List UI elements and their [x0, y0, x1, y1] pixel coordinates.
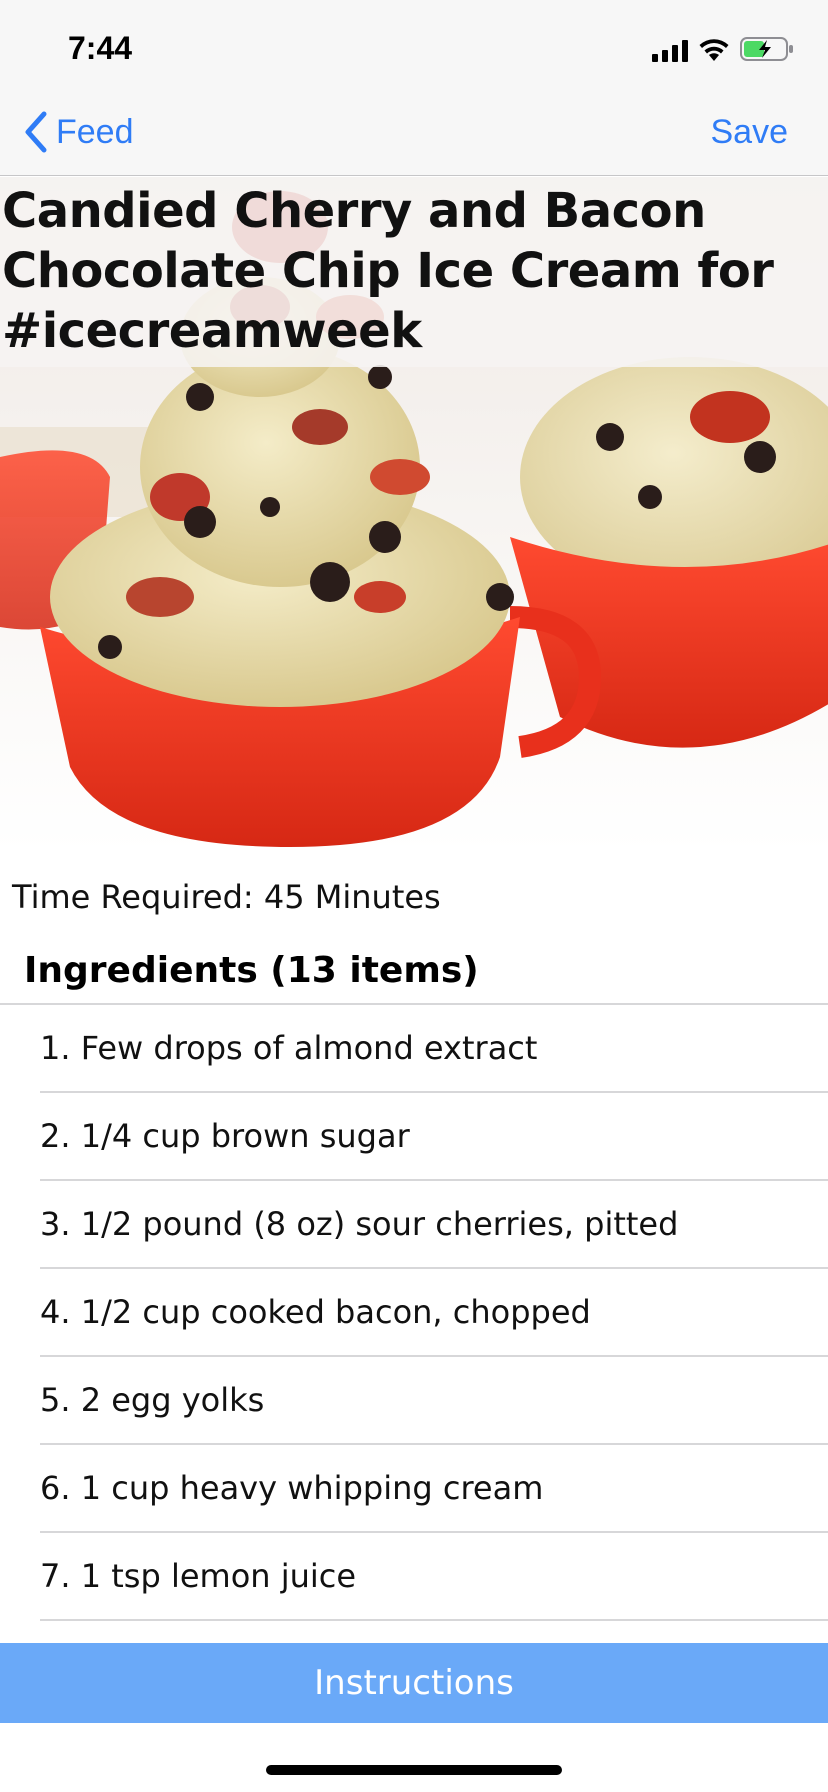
signal-icon	[652, 40, 688, 62]
battery-charging-icon	[740, 37, 793, 61]
navigation-bar: Feed Save	[0, 88, 828, 176]
list-item[interactable]: 7. 1 tsp lemon juice	[0, 1533, 828, 1621]
ingredient-text: 2. 1/4 cup brown sugar	[40, 1117, 410, 1155]
save-button[interactable]: Save	[711, 108, 789, 156]
ingredient-text: 1. Few drops of almond extract	[40, 1029, 538, 1067]
list-item[interactable]: 4. 1/2 cup cooked bacon, chopped	[0, 1269, 828, 1357]
ingredient-text: 7. 1 tsp lemon juice	[40, 1557, 357, 1595]
list-item[interactable]: 2. 1/4 cup brown sugar	[0, 1093, 828, 1181]
back-button[interactable]: Feed	[24, 108, 134, 156]
ingredient-list: 1. Few drops of almond extract 2. 1/4 cu…	[0, 1005, 828, 1621]
back-label: Feed	[56, 112, 134, 151]
instructions-button[interactable]: Instructions	[0, 1643, 828, 1723]
status-time: 7:44	[68, 30, 133, 66]
recipe-hero: Candied Cherry and Bacon Chocolate Chip …	[0, 177, 828, 853]
ingredient-text: 4. 1/2 cup cooked bacon, chopped	[40, 1293, 591, 1331]
wifi-icon	[699, 39, 729, 61]
list-item[interactable]: 5. 2 egg yolks	[0, 1357, 828, 1445]
home-indicator	[266, 1765, 562, 1775]
time-required: Time Required: 45 Minutes	[12, 878, 441, 916]
list-item[interactable]: 3. 1/2 pound (8 oz) sour cherries, pitte…	[0, 1181, 828, 1269]
ingredient-text: 3. 1/2 pound (8 oz) sour cherries, pitte…	[40, 1205, 679, 1243]
ingredient-text: 6. 1 cup heavy whipping cream	[40, 1469, 544, 1507]
status-bar: 7:44	[0, 0, 828, 88]
ingredient-text: 5. 2 egg yolks	[40, 1381, 265, 1419]
recipe-title: Candied Cherry and Bacon Chocolate Chip …	[0, 177, 828, 367]
chevron-left-icon	[25, 111, 47, 153]
ingredients-heading: Ingredients (13 items)	[24, 950, 479, 991]
status-icons	[652, 36, 794, 62]
list-item[interactable]: 1. Few drops of almond extract	[0, 1005, 828, 1093]
list-item[interactable]: 6. 1 cup heavy whipping cream	[0, 1445, 828, 1533]
